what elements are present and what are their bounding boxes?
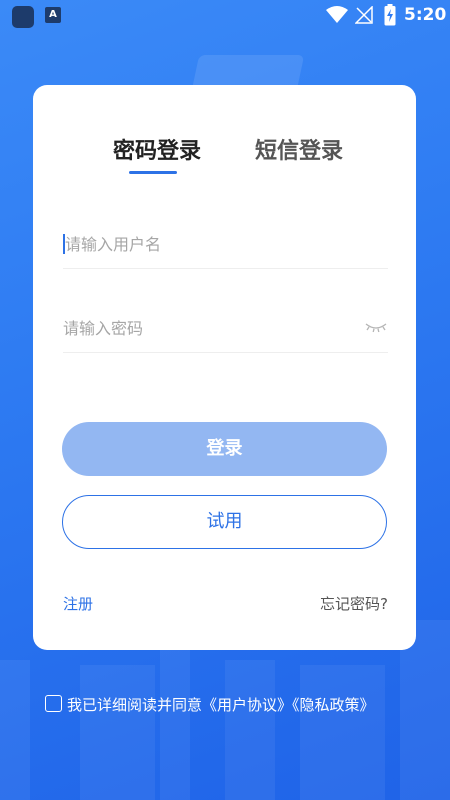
login-card: 密码登录 短信登录 登录 试用 注册 忘记密码? xyxy=(33,85,416,650)
trial-button[interactable]: 试用 xyxy=(62,495,387,549)
agreement-checkbox[interactable] xyxy=(45,695,62,712)
tab-password-login[interactable]: 密码登录 xyxy=(113,133,201,165)
signal-off-icon xyxy=(355,6,373,24)
agreement-text: 我已详细阅读并同意《用户协议》《隐私政策》 xyxy=(67,694,375,715)
background-decoration xyxy=(80,665,155,800)
privacy-policy-link[interactable]: 《隐私政策》 xyxy=(292,696,375,714)
eye-closed-icon[interactable] xyxy=(364,319,388,335)
status-time: 5:20 xyxy=(404,5,447,25)
user-agreement-link[interactable]: 《用户协议》 xyxy=(202,696,292,714)
tab-sms-login[interactable]: 短信登录 xyxy=(255,133,343,165)
background-decoration xyxy=(300,665,385,800)
background-decoration xyxy=(225,660,275,800)
password-field xyxy=(63,303,388,353)
status-bar: A 5:20 xyxy=(0,0,450,32)
forgot-password-link[interactable]: 忘记密码? xyxy=(320,593,388,614)
agreement-label: 我已详细阅读并同意 xyxy=(67,696,203,714)
app-notification-icon xyxy=(12,6,34,28)
active-tab-indicator xyxy=(129,171,177,174)
battery-charging-icon xyxy=(384,4,396,26)
register-link[interactable]: 注册 xyxy=(63,593,93,614)
background-decoration xyxy=(0,660,30,800)
login-button[interactable]: 登录 xyxy=(62,422,387,476)
username-field xyxy=(63,219,388,269)
wifi-icon xyxy=(326,6,348,23)
password-input[interactable] xyxy=(63,303,388,353)
background-decoration xyxy=(160,640,190,800)
text-cursor xyxy=(63,234,65,254)
username-input[interactable] xyxy=(63,219,388,269)
a-badge-icon: A xyxy=(45,7,61,23)
